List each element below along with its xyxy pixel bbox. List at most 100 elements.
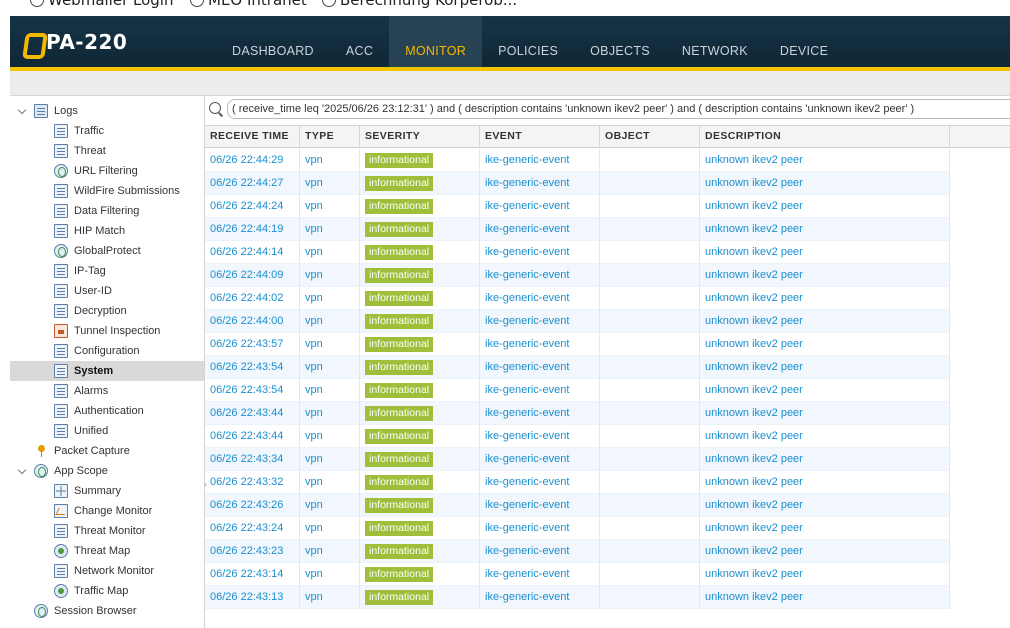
cell-severity[interactable]: informational xyxy=(360,333,480,356)
cell-event[interactable]: ike-generic-event xyxy=(480,586,600,609)
bookmark-berechnung[interactable]: Berechnung Körperob... xyxy=(322,0,517,9)
cell-description[interactable]: unknown ikev2 peer xyxy=(700,448,950,471)
cell-description[interactable]: unknown ikev2 peer xyxy=(700,402,950,425)
cell-event[interactable]: ike-generic-event xyxy=(480,195,600,218)
cell-event[interactable]: ike-generic-event xyxy=(480,241,600,264)
cell-receive-time[interactable]: 06/26 22:43:44 xyxy=(205,402,300,425)
cell-description[interactable]: unknown ikev2 peer xyxy=(700,310,950,333)
cell-type[interactable]: vpn xyxy=(300,425,360,448)
cell-severity[interactable]: informational xyxy=(360,287,480,310)
cell-type[interactable]: vpn xyxy=(300,563,360,586)
bookmark-meo-intranet[interactable]: MEO Intranet xyxy=(190,0,307,9)
cell-type[interactable]: vpn xyxy=(300,195,360,218)
cell-description[interactable]: unknown ikev2 peer xyxy=(700,494,950,517)
cell-type[interactable]: vpn xyxy=(300,264,360,287)
table-row[interactable]: 06/26 22:44:02 vpn informational ike-generi… xyxy=(205,287,950,310)
cell-event[interactable]: ike-generic-event xyxy=(480,379,600,402)
sidebar-item-summary[interactable]: Summary xyxy=(54,481,121,501)
column-header-type[interactable]: TYPE xyxy=(300,126,360,148)
cell-description[interactable]: unknown ikev2 peer xyxy=(700,586,950,609)
cell-type[interactable]: vpn xyxy=(300,287,360,310)
table-row[interactable]: 06/26 22:43:14 vpn informational ike-generi… xyxy=(205,563,950,586)
column-header-receive-time[interactable]: RECEIVE TIME xyxy=(205,126,300,148)
cell-description[interactable]: unknown ikev2 peer xyxy=(700,563,950,586)
cell-receive-time[interactable]: 06/26 22:43:32 xyxy=(205,471,300,494)
cell-severity[interactable]: informational xyxy=(360,494,480,517)
cell-severity[interactable]: informational xyxy=(360,218,480,241)
cell-description[interactable]: unknown ikev2 peer xyxy=(700,333,950,356)
cell-receive-time[interactable]: 06/26 22:44:00 xyxy=(205,310,300,333)
cell-description[interactable]: unknown ikev2 peer xyxy=(700,172,950,195)
cell-severity[interactable]: informational xyxy=(360,402,480,425)
cell-severity[interactable]: informational xyxy=(360,264,480,287)
cell-severity[interactable]: informational xyxy=(360,517,480,540)
table-row[interactable]: 06/26 22:44:00 vpn informational ike-generi… xyxy=(205,310,950,333)
cell-receive-time[interactable]: 06/26 22:43:34 xyxy=(205,448,300,471)
sidebar-item-packet-capture[interactable]: Packet Capture xyxy=(18,441,130,461)
search-icon[interactable] xyxy=(208,101,224,117)
sidebar-item-logs[interactable]: Logs xyxy=(18,101,78,121)
tab-monitor[interactable]: MONITOR xyxy=(389,16,483,68)
cell-description[interactable]: unknown ikev2 peer xyxy=(700,356,950,379)
cell-severity[interactable]: informational xyxy=(360,356,480,379)
cell-receive-time[interactable]: 06/26 22:43:24 xyxy=(205,517,300,540)
table-row[interactable]: 06/26 22:43:54 vpn informational ike-generi… xyxy=(205,356,950,379)
sidebar-item-threat-monitor[interactable]: Threat Monitor xyxy=(54,521,146,541)
table-row[interactable]: 06/26 22:43:24 vpn informational ike-generi… xyxy=(205,517,950,540)
sidebar-item-data-filtering[interactable]: Data Filtering xyxy=(54,201,139,221)
tab-acc[interactable]: ACC xyxy=(330,16,389,68)
sidebar-item-network-monitor[interactable]: Network Monitor xyxy=(54,561,154,581)
cell-event[interactable]: ike-generic-event xyxy=(480,517,600,540)
sidebar-item-system[interactable]: System xyxy=(10,361,204,381)
cell-severity[interactable]: informational xyxy=(360,195,480,218)
cell-severity[interactable]: informational xyxy=(360,149,480,172)
tab-objects[interactable]: OBJECTS xyxy=(574,16,666,68)
sidebar-item-traffic-map[interactable]: Traffic Map xyxy=(54,581,128,601)
cell-description[interactable]: unknown ikev2 peer xyxy=(700,425,950,448)
sidebar-item-ip-tag[interactable]: IP-Tag xyxy=(54,261,106,281)
tab-device[interactable]: DEVICE xyxy=(764,16,844,68)
cell-description[interactable]: unknown ikev2 peer xyxy=(700,241,950,264)
table-row[interactable]: 06/26 22:44:27 vpn informational ike-generi… xyxy=(205,172,950,195)
table-row[interactable]: 06/26 22:43:44 vpn informational ike-generi… xyxy=(205,425,950,448)
tab-dashboard[interactable]: DASHBOARD xyxy=(216,16,330,68)
cell-receive-time[interactable]: 06/26 22:43:54 xyxy=(205,379,300,402)
cell-receive-time[interactable]: 06/26 22:44:24 xyxy=(205,195,300,218)
table-row[interactable]: 06/26 22:44:24 vpn informational ike-generi… xyxy=(205,195,950,218)
cell-receive-time[interactable]: 06/26 22:44:19 xyxy=(205,218,300,241)
cell-severity[interactable]: informational xyxy=(360,448,480,471)
sidebar-item-configuration[interactable]: Configuration xyxy=(54,341,139,361)
cell-type[interactable]: vpn xyxy=(300,402,360,425)
table-row[interactable]: 06/26 22:43:32 vpn informational ike-generi… xyxy=(205,471,950,494)
table-row[interactable]: 06/26 22:44:19 vpn informational ike-generi… xyxy=(205,218,950,241)
cell-type[interactable]: vpn xyxy=(300,494,360,517)
cell-receive-time[interactable]: 06/26 22:44:29 xyxy=(205,149,300,172)
sidebar-item-threat-map[interactable]: Threat Map xyxy=(54,541,130,561)
cell-event[interactable]: ike-generic-event xyxy=(480,264,600,287)
sidebar-item-session-browser[interactable]: Session Browser xyxy=(18,601,137,621)
cell-severity[interactable]: informational xyxy=(360,425,480,448)
cell-type[interactable]: vpn xyxy=(300,333,360,356)
expand-toggle-icon[interactable] xyxy=(18,466,28,476)
sidebar-item-threat[interactable]: Threat xyxy=(54,141,106,161)
cell-receive-time[interactable]: 06/26 22:43:13 xyxy=(205,586,300,609)
cell-severity[interactable]: informational xyxy=(360,540,480,563)
expand-toggle-icon[interactable] xyxy=(18,106,28,116)
sidebar-item-user-id[interactable]: User-ID xyxy=(54,281,112,301)
table-row[interactable]: 06/26 22:44:09 vpn informational ike-generi… xyxy=(205,264,950,287)
sidebar-item-hip-match[interactable]: HIP Match xyxy=(54,221,125,241)
cell-description[interactable]: unknown ikev2 peer xyxy=(700,195,950,218)
cell-type[interactable]: vpn xyxy=(300,586,360,609)
cell-description[interactable]: unknown ikev2 peer xyxy=(700,517,950,540)
cell-severity[interactable]: informational xyxy=(360,241,480,264)
table-row[interactable]: 06/26 22:43:23 vpn informational ike-generi… xyxy=(205,540,950,563)
sidebar-item-alarms[interactable]: Alarms xyxy=(54,381,108,401)
cell-description[interactable]: unknown ikev2 peer xyxy=(700,218,950,241)
cell-receive-time[interactable]: 06/26 22:44:02 xyxy=(205,287,300,310)
sidebar-item-url-filtering[interactable]: URL Filtering xyxy=(54,161,138,181)
table-row[interactable]: 06/26 22:43:57 vpn informational ike-generi… xyxy=(205,333,950,356)
cell-receive-time[interactable]: 06/26 22:44:27 xyxy=(205,172,300,195)
cell-severity[interactable]: informational xyxy=(360,586,480,609)
cell-description[interactable]: unknown ikev2 peer xyxy=(700,287,950,310)
cell-severity[interactable]: informational xyxy=(360,172,480,195)
